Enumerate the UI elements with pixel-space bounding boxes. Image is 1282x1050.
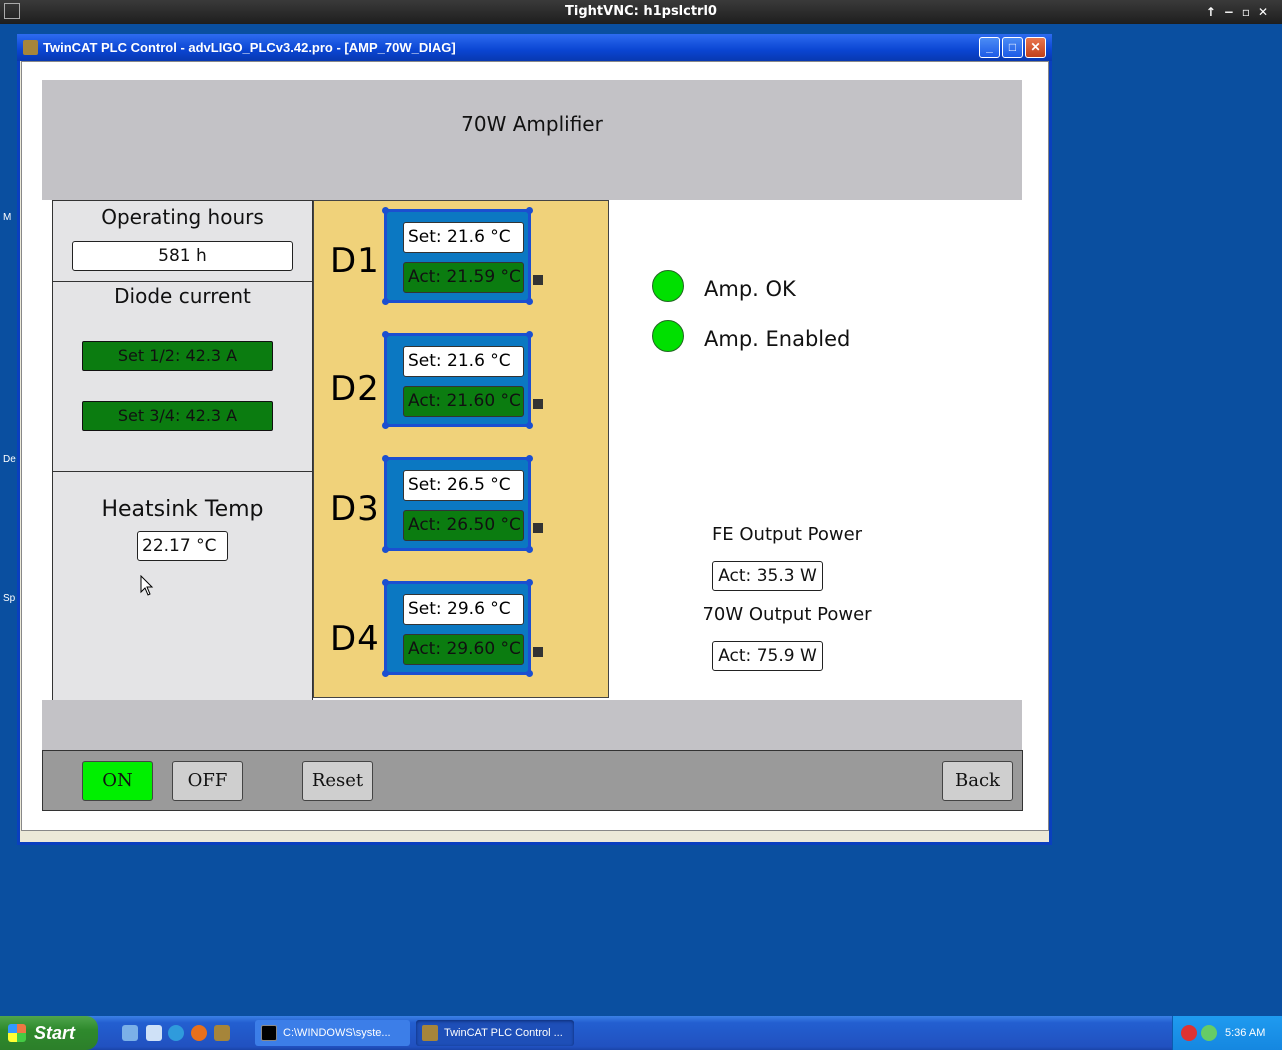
- 70w-output-power-label: 70W Output Power: [702, 604, 872, 625]
- security-alert-icon[interactable]: [1181, 1025, 1197, 1041]
- diode-panel: D1 Set: 21.6 °C Act: 21.59 °C D2 Set: 21…: [313, 200, 609, 698]
- connector-icon: [533, 647, 543, 657]
- handle-dot: [526, 670, 533, 677]
- diode-set-temp: Set: 26.5 °C: [403, 470, 524, 501]
- taskbar: Start C:\WINDOWS\syste... TwinCAT PLC Co…: [0, 1016, 1282, 1050]
- diode-label-d2: D2: [330, 369, 380, 409]
- desktop-icon-label[interactable]: De: [3, 454, 16, 465]
- twincat-quicklaunch-icon[interactable]: [214, 1025, 230, 1041]
- diode-act-temp: Act: 29.60 °C: [403, 634, 524, 665]
- taskbar-item-cmd[interactable]: C:\WINDOWS\syste...: [255, 1020, 410, 1046]
- handle-dot: [382, 579, 389, 586]
- firefox-icon[interactable]: [191, 1025, 207, 1041]
- taskbar-item-label: C:\WINDOWS\syste...: [283, 1027, 391, 1039]
- diode-current-set34: Set 3/4: 42.3 A: [82, 401, 273, 431]
- diode-label-d1: D1: [330, 241, 380, 281]
- reset-button[interactable]: Reset: [302, 761, 373, 801]
- cmd-icon: [261, 1025, 277, 1041]
- quicklaunch-icon[interactable]: [146, 1025, 162, 1041]
- handle-dot: [526, 298, 533, 305]
- status-panel: Amp. OK Amp. Enabled FE Output Power Act…: [612, 200, 1022, 700]
- network-icon[interactable]: [1201, 1025, 1217, 1041]
- diode-label-d4: D4: [330, 619, 380, 659]
- taskbar-item-label: TwinCAT PLC Control ...: [444, 1027, 563, 1039]
- window-title: TwinCAT PLC Control - advLIGO_PLCv3.42.p…: [43, 40, 456, 55]
- diode-act-temp: Act: 21.60 °C: [403, 386, 524, 417]
- diode-current-set12: Set 1/2: 42.3 A: [82, 341, 273, 371]
- fe-output-power-label: FE Output Power: [711, 524, 863, 545]
- amp-enabled-led: [652, 320, 684, 352]
- divider: [53, 471, 312, 472]
- 70w-output-power-value: Act: 75.9 W: [712, 641, 823, 671]
- on-button[interactable]: ON: [82, 761, 153, 801]
- bottom-strip: [42, 700, 1022, 750]
- clock[interactable]: 5:36 AM: [1225, 1016, 1265, 1050]
- handle-dot: [526, 455, 533, 462]
- taskbar-item-twincat[interactable]: TwinCAT PLC Control ...: [416, 1020, 574, 1046]
- connector-icon: [533, 399, 543, 409]
- divider: [53, 281, 312, 282]
- system-tray: 5:36 AM: [1172, 1016, 1282, 1050]
- diode-block-d3: Set: 26.5 °C Act: 26.50 °C: [382, 455, 543, 553]
- twincat-icon: [422, 1025, 438, 1041]
- diode-act-temp: Act: 26.50 °C: [403, 510, 524, 541]
- start-label: Start: [34, 1023, 76, 1043]
- diode-set-temp: Set: 21.6 °C: [403, 346, 524, 377]
- start-button[interactable]: Start: [0, 1016, 98, 1050]
- desktop-icon-label[interactable]: M: [3, 212, 11, 223]
- amp-ok-led: [652, 270, 684, 302]
- page-title: 70W Amplifier: [461, 112, 603, 136]
- twincat-window: TwinCAT PLC Control - advLIGO_PLCv3.42.p…: [17, 34, 1052, 845]
- handle-dot: [382, 331, 389, 338]
- handle-dot: [526, 579, 533, 586]
- vnc-menu-icon[interactable]: [4, 3, 20, 19]
- control-button-bar: ON OFF Reset Back: [42, 750, 1023, 811]
- handle-dot: [526, 207, 533, 214]
- diode-set-temp: Set: 21.6 °C: [403, 222, 524, 253]
- connector-icon: [533, 275, 543, 285]
- operating-hours-value: 581 h: [72, 241, 293, 271]
- diode-label-d3: D3: [330, 489, 380, 529]
- show-desktop-icon[interactable]: [122, 1025, 138, 1041]
- diode-current-label: Diode current: [114, 284, 251, 308]
- left-info-panel: Operating hours 581 h Diode current Set …: [52, 200, 313, 701]
- visualization-area: 70W Amplifier Operating hours 581 h Diod…: [21, 61, 1049, 831]
- handle-dot: [382, 422, 389, 429]
- off-button[interactable]: OFF: [172, 761, 243, 801]
- window-titlebar[interactable]: TwinCAT PLC Control - advLIGO_PLCv3.42.p…: [17, 34, 1052, 61]
- vnc-window-controls[interactable]: ↑−▫✕: [1206, 0, 1276, 24]
- internet-explorer-icon[interactable]: [168, 1025, 184, 1041]
- connector-icon: [533, 523, 543, 533]
- diode-act-temp: Act: 21.59 °C: [403, 262, 524, 293]
- vnc-titlebar: TightVNC: h1pslctrl0 ↑−▫✕: [0, 0, 1282, 24]
- close-button[interactable]: ✕: [1025, 37, 1046, 58]
- vnc-title: TightVNC: h1pslctrl0: [565, 4, 717, 19]
- handle-dot: [526, 546, 533, 553]
- minimize-button[interactable]: _: [979, 37, 1000, 58]
- handle-dot: [382, 207, 389, 214]
- diode-block-d4: Set: 29.6 °C Act: 29.60 °C: [382, 579, 543, 677]
- mouse-cursor-icon: [140, 575, 154, 596]
- diode-set-temp: Set: 29.6 °C: [403, 594, 524, 625]
- handle-dot: [382, 455, 389, 462]
- maximize-button[interactable]: □: [1002, 37, 1023, 58]
- handle-dot: [526, 331, 533, 338]
- amp-ok-label: Amp. OK: [704, 277, 796, 301]
- windows-logo-icon: [8, 1024, 26, 1042]
- desktop-icon-label[interactable]: Sp: [3, 593, 15, 604]
- handle-dot: [382, 546, 389, 553]
- handle-dot: [382, 298, 389, 305]
- handle-dot: [382, 670, 389, 677]
- amp-enabled-label: Amp. Enabled: [704, 327, 851, 351]
- header-panel: 70W Amplifier: [42, 80, 1022, 200]
- back-button[interactable]: Back: [942, 761, 1013, 801]
- diode-block-d2: Set: 21.6 °C Act: 21.60 °C: [382, 331, 543, 429]
- heatsink-temp-label: Heatsink Temp: [101, 497, 264, 522]
- twincat-app-icon[interactable]: [23, 40, 38, 55]
- fe-output-power-value: Act: 35.3 W: [712, 561, 823, 591]
- diode-block-d1: Set: 21.6 °C Act: 21.59 °C: [382, 207, 543, 305]
- operating-hours-label: Operating hours: [101, 205, 264, 229]
- handle-dot: [526, 422, 533, 429]
- heatsink-temp-value: 22.17 °C: [137, 531, 228, 561]
